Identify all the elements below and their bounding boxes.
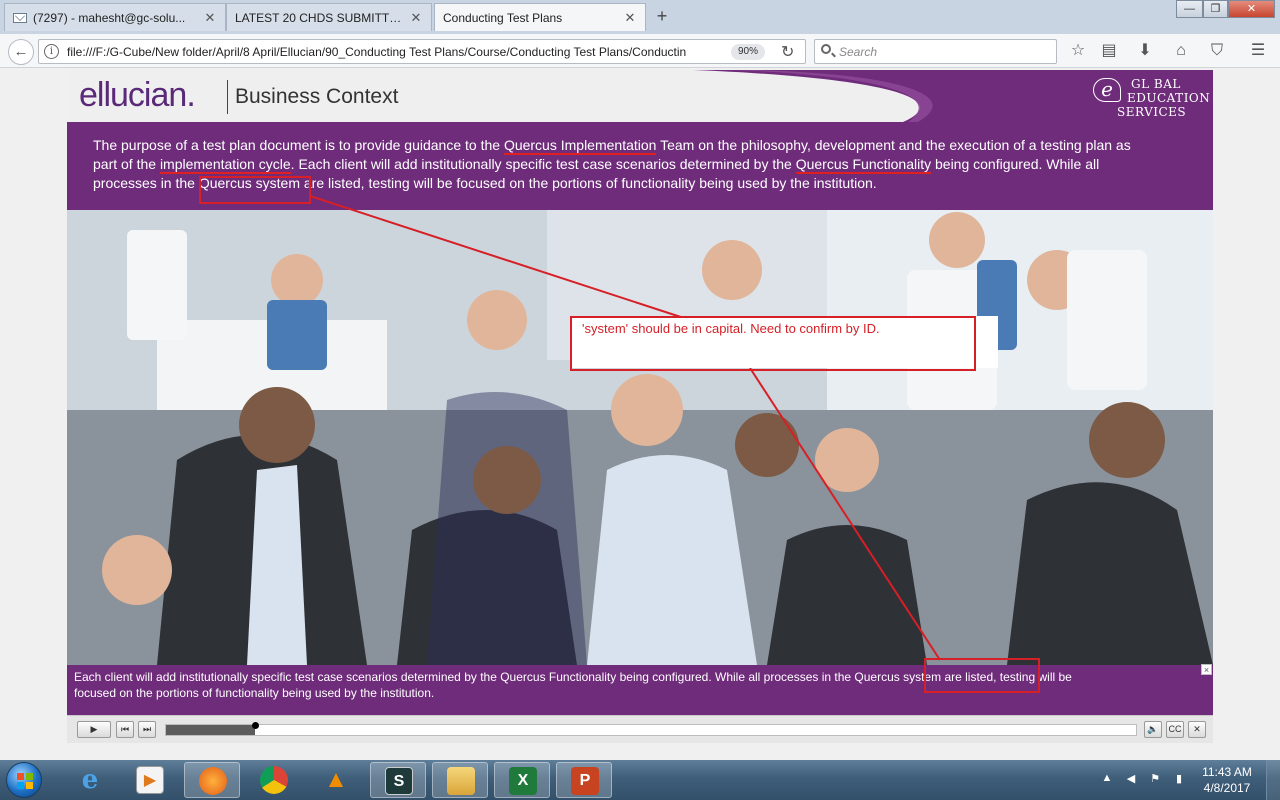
- ellucian-logo: ellucian.: [79, 76, 196, 115]
- clock-date[interactable]: 4/8/2017: [1196, 781, 1258, 795]
- intro-text-part: The purpose of a test plan document is t…: [93, 137, 504, 153]
- brand-dot: .: [186, 76, 196, 114]
- header-divider: [227, 80, 228, 114]
- tab-chds[interactable]: LATEST 20 CHDS SUBMITTED ... ✕: [226, 3, 432, 31]
- tab-conducting-test-plans[interactable]: Conducting Test Plans ✕: [434, 3, 646, 31]
- bookmark-star-icon[interactable]: ☆: [1067, 40, 1089, 62]
- closed-caption-button[interactable]: CC: [1166, 721, 1184, 738]
- brand-name: ellucian: [79, 76, 187, 114]
- ges-line-3: SERVICES: [1117, 105, 1187, 119]
- close-tab-icon[interactable]: ✕: [203, 10, 217, 26]
- annotation-box-caption-quercus-system: [924, 658, 1040, 693]
- show-hidden-icons[interactable]: ▲: [1100, 772, 1114, 788]
- next-slide-button[interactable]: ⏭: [138, 721, 156, 738]
- page-title: Business Context: [235, 85, 399, 108]
- restore-button[interactable]: ❐: [1203, 0, 1228, 18]
- tab-label: LATEST 20 CHDS SUBMITTED ...: [235, 10, 409, 25]
- close-player-button[interactable]: ✕: [1188, 721, 1206, 738]
- download-icon[interactable]: ⬇: [1134, 40, 1156, 62]
- tab-label: Conducting Test Plans: [443, 10, 563, 25]
- highlight-quercus-implementation: Quercus Implementation: [503, 137, 657, 155]
- close-tab-icon[interactable]: ✕: [409, 10, 423, 26]
- caption-text-part: Each client will add institutionally spe…: [74, 670, 855, 684]
- new-tab-button[interactable]: +: [652, 6, 672, 26]
- firefox-icon[interactable]: [184, 762, 240, 798]
- powerpoint-icon[interactable]: P: [556, 762, 612, 798]
- show-desktop-button[interactable]: [1266, 760, 1280, 800]
- highlight-quercus-functionality: Quercus Functionality: [795, 156, 932, 174]
- course-player: ellucian. Business Context e GL BAL EDUC…: [67, 70, 1213, 743]
- url-bar[interactable]: i file:///F:/G-Cube/New folder/April/8 A…: [38, 39, 806, 64]
- reading-list-icon[interactable]: ▤: [1098, 40, 1120, 62]
- file-explorer-icon[interactable]: [432, 762, 488, 798]
- windows-taskbar: e ▶ ▲ S X P ▲ ◀ ⚑ ▮ 11:43 AM 4/8/2017: [0, 760, 1280, 800]
- ges-line-2: EDUCATION: [1127, 91, 1211, 105]
- internet-explorer-icon[interactable]: e: [62, 762, 118, 798]
- highlight-implementation-cycle: implementation cycle: [159, 156, 291, 174]
- url-text[interactable]: file:///F:/G-Cube/New folder/April/8 Apr…: [67, 45, 727, 59]
- browser-tab-bar: (7297) - mahesht@gc-solu... ✕ LATEST 20 …: [0, 0, 1280, 34]
- search-icon: [821, 44, 831, 54]
- seek-progress: [166, 725, 256, 735]
- intro-text-part: are listed, testing will be focused on t…: [299, 175, 877, 191]
- start-button[interactable]: [6, 762, 42, 798]
- ges-line-1: GL BAL: [1131, 77, 1181, 91]
- annotation-box-comment: [570, 316, 976, 371]
- search-input[interactable]: Search: [814, 39, 1057, 64]
- tab-label: (7297) - mahesht@gc-solu...: [33, 10, 186, 25]
- course-header: ellucian. Business Context e GL BAL EDUC…: [67, 70, 1213, 122]
- caption-panel: Each client will add institutionally spe…: [67, 664, 1213, 715]
- windows-logo-icon: [17, 773, 33, 789]
- home-icon[interactable]: ⌂: [1170, 40, 1192, 62]
- media-player-icon[interactable]: ▶: [122, 762, 178, 798]
- ges-e-mark: e: [1093, 78, 1121, 102]
- play-button[interactable]: ▶: [77, 721, 111, 738]
- clock-time[interactable]: 11:43 AM: [1196, 765, 1258, 779]
- action-center-icon[interactable]: ⚑: [1148, 772, 1162, 788]
- previous-slide-button[interactable]: ⏮: [116, 721, 134, 738]
- seek-bar[interactable]: [165, 724, 1137, 736]
- chrome-icon[interactable]: [246, 762, 302, 798]
- excel-icon[interactable]: X: [494, 762, 550, 798]
- pocket-icon[interactable]: ⛉: [1206, 40, 1228, 62]
- caption-close-button[interactable]: ×: [1201, 664, 1212, 675]
- business-team-photo: [67, 210, 1213, 665]
- navigation-toolbar: ← i file:///F:/G-Cube/New folder/April/8…: [0, 34, 1280, 68]
- volume-button[interactable]: 🔈: [1144, 721, 1162, 738]
- annotation-box-intro-quercus-system: [199, 176, 311, 204]
- tab-email[interactable]: (7297) - mahesht@gc-solu... ✕: [4, 3, 226, 31]
- zoom-level[interactable]: 90%: [731, 44, 765, 60]
- close-tab-icon[interactable]: ✕: [623, 10, 637, 26]
- network-icon[interactable]: ▮: [1172, 772, 1186, 788]
- minimize-button[interactable]: —: [1176, 0, 1203, 18]
- back-button[interactable]: ←: [8, 39, 34, 65]
- player-controls: ▶ ⏮ ⏭ 🔈 CC ✕: [67, 715, 1213, 743]
- reload-icon[interactable]: ↻: [781, 42, 794, 62]
- close-window-button[interactable]: ✕: [1228, 0, 1275, 18]
- office-people-illustration: [67, 210, 1213, 665]
- global-education-services-logo: e GL BAL EDUCATION SERVICES: [1089, 74, 1211, 119]
- vlc-icon[interactable]: ▲: [308, 762, 364, 798]
- snagit-icon[interactable]: S: [370, 762, 426, 798]
- menu-icon[interactable]: ☰: [1247, 40, 1269, 62]
- info-icon[interactable]: i: [44, 44, 59, 59]
- speaker-icon[interactable]: ◀: [1124, 772, 1138, 788]
- mail-icon: [13, 12, 27, 23]
- intro-text-part: . Each client will add institutionally s…: [290, 156, 796, 172]
- search-placeholder: Search: [839, 45, 878, 59]
